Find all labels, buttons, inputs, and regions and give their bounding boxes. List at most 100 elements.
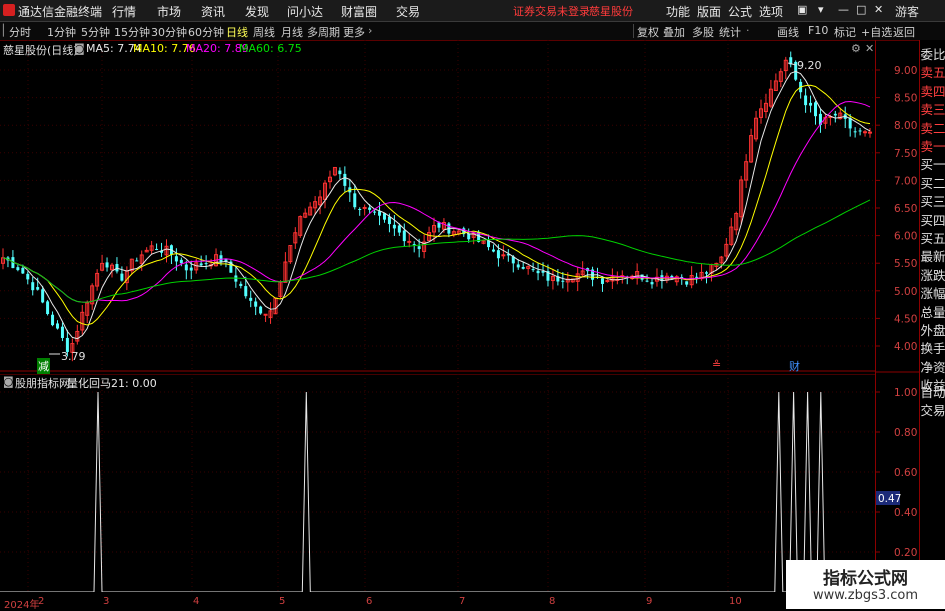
menu-item-wenxiaoda[interactable]: 问小达: [287, 3, 323, 20]
candle-body: [36, 287, 40, 290]
side-panel-item[interactable]: 卖二: [920, 120, 945, 138]
finance-marker[interactable]: 财: [789, 358, 800, 374]
tool-zixuan[interactable]: +自选: [861, 24, 892, 40]
stock-name-title: 慈星股份: [589, 5, 633, 18]
user-guest[interactable]: 游客: [895, 3, 919, 20]
menu-gongneng[interactable]: 功能: [666, 3, 690, 20]
candle-body: [412, 244, 416, 246]
panel-close-icon[interactable]: ✕: [865, 42, 874, 55]
side-panel-item[interactable]: 卖四: [920, 83, 945, 101]
close-icon[interactable]: ✕: [874, 3, 883, 16]
price-tick-label: 5.00: [894, 286, 917, 298]
kline-panel[interactable]: 慈星股份(日线) ◙ MA5: 7.74 MA10: 7.76 MA20: 7.…: [0, 40, 875, 374]
candle-body: [46, 301, 50, 315]
indicator-chart[interactable]: [0, 374, 875, 592]
menu-item-hangqing[interactable]: 行情: [112, 3, 136, 20]
main-header-toggle-icon[interactable]: ◙: [74, 42, 85, 55]
period-multi[interactable]: 多周期: [307, 24, 340, 40]
side-panel-item[interactable]: 卖三: [920, 101, 945, 119]
maximize-icon[interactable]: □: [856, 3, 866, 16]
side-panel-item[interactable]: 外盘: [920, 322, 945, 340]
tool-biaoji[interactable]: 标记: [834, 24, 856, 40]
candle-body: [387, 216, 391, 225]
menu-xuanxiang[interactable]: 选项: [759, 3, 783, 20]
side-panel-item[interactable]: 卖一: [920, 138, 945, 156]
side-panel-item[interactable]: 买一: [920, 156, 945, 174]
period-1min[interactable]: 1分钟: [47, 24, 76, 40]
tool-diejia[interactable]: 叠加: [663, 24, 685, 40]
tool-huaxian[interactable]: 画线: [777, 24, 799, 40]
side-panel-item[interactable]: 涨跌: [920, 267, 945, 285]
candle-body: [516, 264, 520, 268]
minimize-icon[interactable]: —: [838, 3, 849, 16]
period-30min[interactable]: 30分钟: [151, 24, 187, 40]
side-panel-item[interactable]: 买三: [920, 193, 945, 211]
candle-body: [417, 246, 421, 250]
candle-body: [239, 283, 243, 286]
event-s-marker[interactable]: ≗: [712, 358, 721, 371]
side-panel-item[interactable]: 自动: [920, 384, 945, 402]
side-panel-item[interactable]: 净资: [920, 359, 945, 377]
menu-gongshi[interactable]: 公式: [728, 3, 752, 20]
kline-chart[interactable]: [0, 40, 875, 372]
tool-fanhui[interactable]: 返回: [893, 24, 915, 40]
menu-item-zixun[interactable]: 资讯: [201, 3, 225, 20]
period-fenshi[interactable]: 分时: [9, 24, 31, 40]
tool-spacer-icon: ·: [746, 24, 750, 37]
side-panel-item[interactable]: 换手: [920, 340, 945, 358]
ind-tick-label: 0.20: [894, 547, 917, 559]
side-panel-item[interactable]: 卖五: [920, 64, 945, 82]
main-chart-title: 慈星股份(日线): [3, 44, 78, 57]
ma60-label: MA60: 6.75: [239, 42, 302, 55]
period-5min[interactable]: 5分钟: [81, 24, 110, 40]
restore-icon[interactable]: ▣: [797, 3, 807, 16]
candle-body: [26, 273, 30, 280]
menu-item-shichang[interactable]: 市场: [157, 3, 181, 20]
indicator-panel[interactable]: ◙ 股朋指标网 量化回马21: 0.00: [0, 374, 875, 592]
period-weekly[interactable]: 周线: [253, 24, 275, 40]
ind-toggle-icon[interactable]: ◙: [3, 375, 14, 388]
candle-body: [491, 249, 495, 252]
period-daily[interactable]: 日线: [226, 24, 248, 40]
dropdown-icon[interactable]: ▾: [818, 3, 824, 16]
low-price-label: 3.79: [61, 350, 86, 363]
side-panel-item[interactable]: 买四: [920, 212, 945, 230]
side-panel-item[interactable]: 买五: [920, 230, 945, 248]
price-tick-label: 7.50: [894, 148, 917, 160]
app-title: 通达信金融终端: [18, 5, 103, 19]
tool-f10[interactable]: F10: [808, 24, 828, 37]
period-15min[interactable]: 15分钟: [114, 24, 150, 40]
watermark-url: www.zbgs3.com: [812, 588, 919, 603]
menu-item-faxian[interactable]: 发现: [245, 3, 269, 20]
settings-gear-icon[interactable]: ⚙: [851, 42, 861, 55]
period-60min[interactable]: 60分钟: [188, 24, 224, 40]
login-warning[interactable]: 证券交易未登录: [513, 3, 590, 19]
candle-body: [705, 272, 709, 274]
candle-body: [353, 193, 357, 208]
candle-body: [536, 270, 540, 274]
candle-body: [204, 263, 208, 265]
candle-body: [135, 260, 139, 262]
date-tick-label: 4: [193, 596, 200, 607]
ind-tick-label: 1.00: [894, 387, 917, 399]
side-panel-item[interactable]: 买二: [920, 175, 945, 193]
side-panel-item[interactable]: 最新: [920, 248, 945, 266]
candle-body: [249, 297, 253, 301]
price-tick-label: 6.50: [894, 203, 917, 215]
tool-tongji[interactable]: 统计: [719, 24, 741, 40]
candle-body: [51, 314, 55, 326]
side-panel-item[interactable]: 交易: [920, 402, 945, 420]
candle-body: [407, 240, 412, 243]
side-panel-item[interactable]: 涨幅: [920, 285, 945, 303]
side-panel-item[interactable]: 委比: [920, 46, 945, 64]
menu-item-caifuquan[interactable]: 财富圈: [341, 3, 377, 20]
menu-item-jiaoyi[interactable]: 交易: [396, 3, 420, 20]
menu-banmian[interactable]: 版面: [697, 3, 721, 20]
tool-duogu[interactable]: 多股: [692, 24, 714, 40]
reduce-marker[interactable]: 减: [37, 358, 50, 374]
tool-fuquan[interactable]: 复权: [637, 24, 659, 40]
side-panel-item[interactable]: 总量: [920, 304, 945, 322]
price-tick-label: 6.00: [894, 231, 917, 243]
period-monthly[interactable]: 月线: [281, 24, 303, 40]
period-more[interactable]: 更多: [343, 24, 365, 40]
